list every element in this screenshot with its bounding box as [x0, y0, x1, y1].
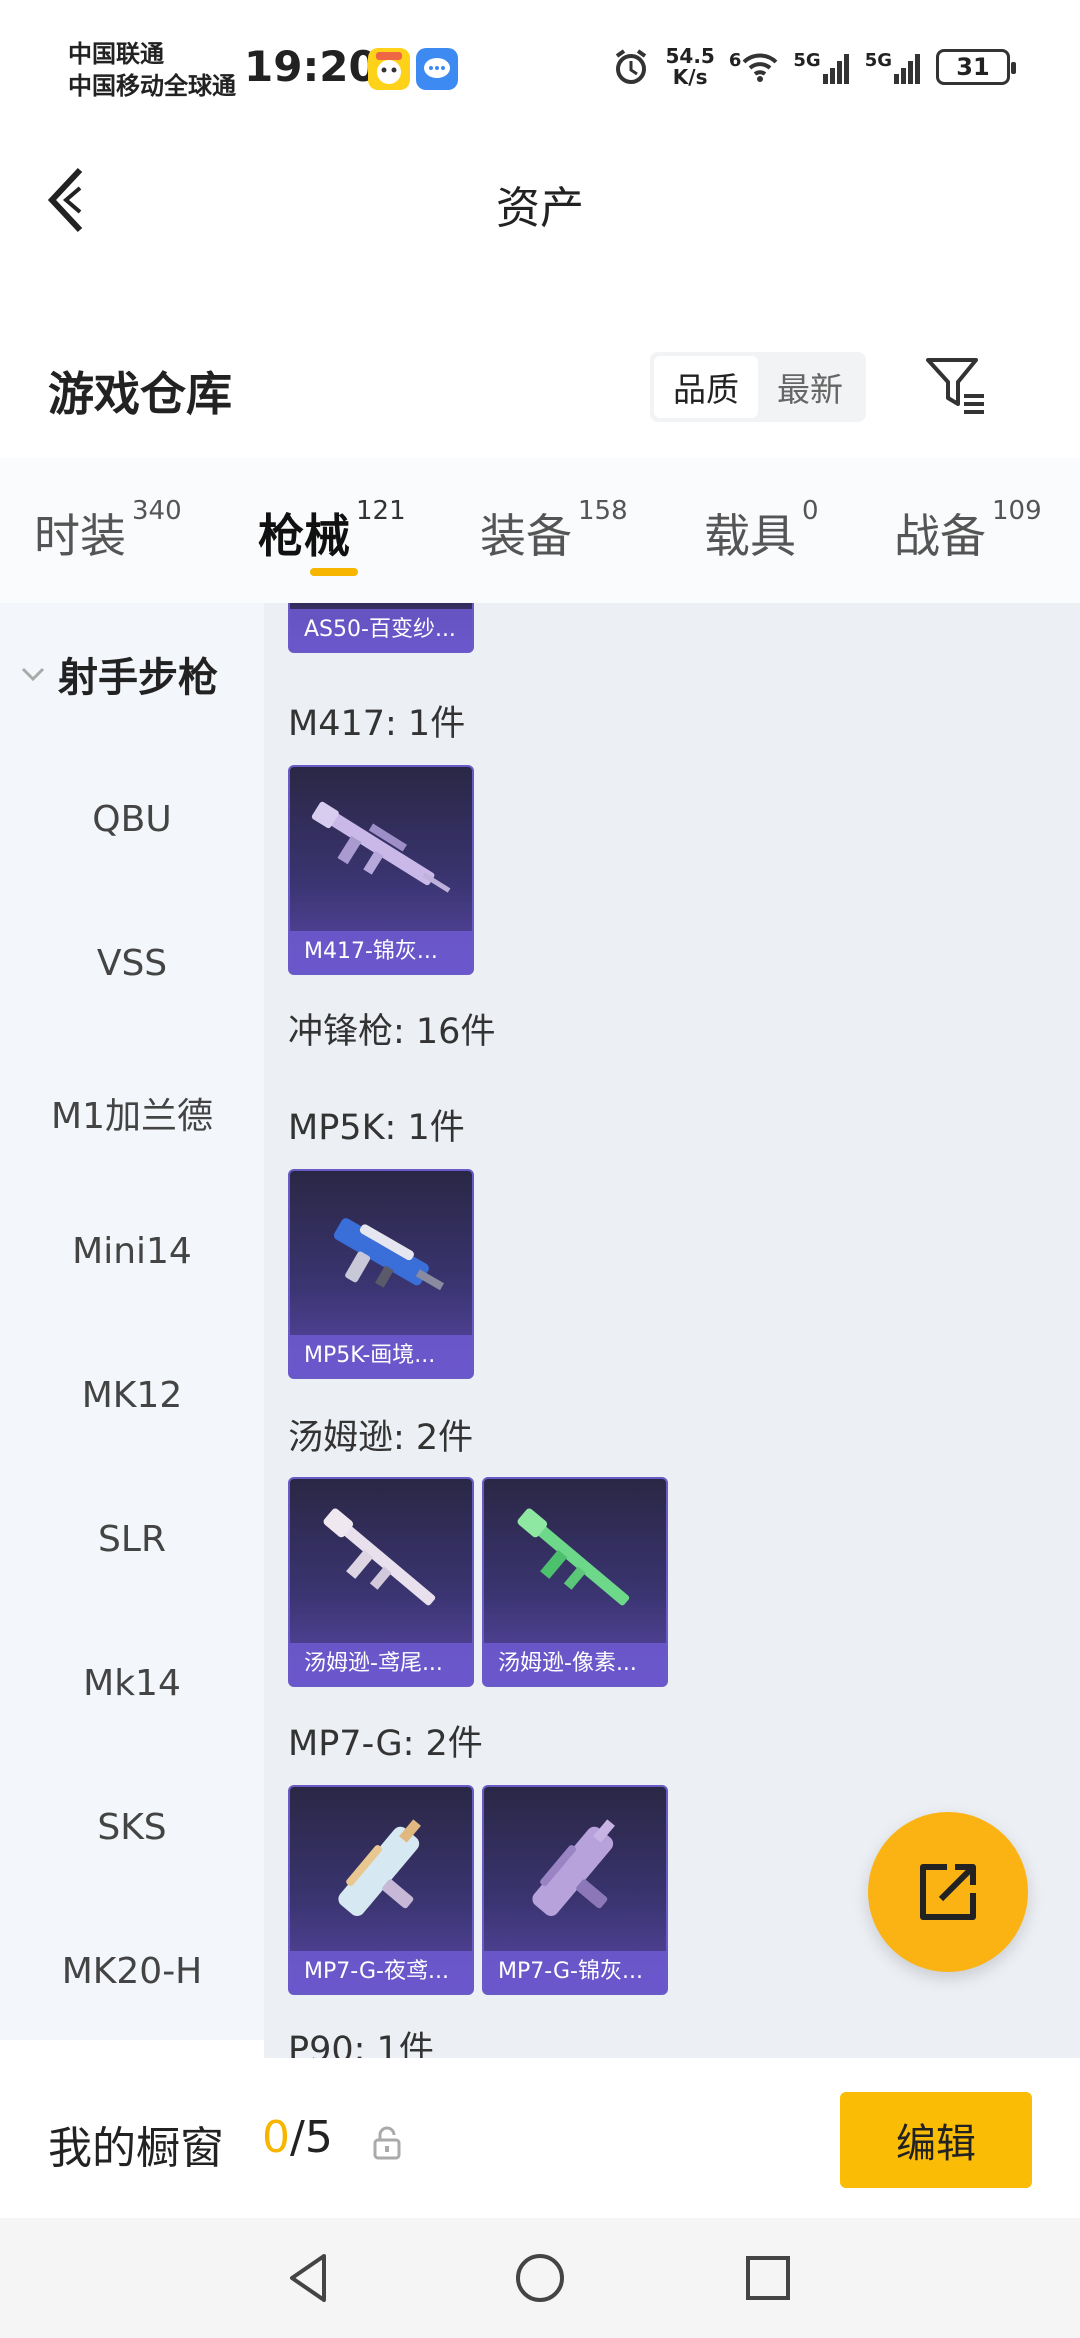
tommy-gun-icon: [323, 1508, 436, 1606]
sidebar-item-vss[interactable]: VSS: [0, 943, 264, 984]
tab-label: 时装: [34, 509, 126, 563]
edit-button[interactable]: 编辑: [840, 2092, 1032, 2188]
nav-header: 资产: [0, 130, 1080, 280]
nav-back-icon[interactable]: [280, 2248, 340, 2308]
showcase-total: /5: [290, 2112, 333, 2163]
status-bar: 中国联通 中国移动全球通 19:20 54.5 K/s 6 5G 5G 31: [0, 0, 1080, 130]
sidebar-item-mk12[interactable]: MK12: [0, 1375, 264, 1416]
item-name: MP7-G-锦灰...: [484, 1951, 666, 1993]
carrier-1: 中国联通: [68, 40, 164, 68]
nav-home-icon[interactable]: [510, 2248, 570, 2308]
wifi-sub-label: 6: [728, 50, 742, 71]
showcase-count: 0/5: [262, 2112, 333, 2163]
tommy-gun-icon: [517, 1508, 630, 1606]
system-navigation-bar: [0, 2218, 1080, 2338]
active-tab-indicator: [310, 568, 358, 576]
signal-1-icon: 5G: [793, 50, 850, 84]
item-card[interactable]: 汤姆逊-像素...: [482, 1477, 668, 1687]
showcase-label: 我的橱窗: [48, 2123, 224, 2174]
tab-count: 121: [356, 496, 406, 526]
item-name: 汤姆逊-像素...: [484, 1643, 666, 1685]
item-card[interactable]: MP5K-画境...: [288, 1169, 474, 1379]
filter-icon: [926, 358, 984, 414]
tab-vehicles[interactable]: 载具 0: [704, 496, 819, 566]
tab-equipment[interactable]: 装备 158: [480, 496, 628, 566]
smg-icon: [333, 1218, 445, 1291]
group-label: 冲锋枪: 16件: [288, 1012, 496, 1052]
tab-label: 装备: [480, 509, 572, 563]
message-app-icon: [416, 48, 458, 90]
alarm-icon: [616, 49, 647, 84]
battery-icon: 31: [936, 49, 1016, 85]
subcategory-sidebar: 射手步枪 QBU VSS M1加兰德 Mini14 MK12 SLR Mk14 …: [0, 603, 264, 2040]
share-icon: [920, 1864, 976, 1920]
tab-fashion[interactable]: 时装 340: [34, 496, 182, 566]
sidebar-item-sks[interactable]: SKS: [0, 1807, 264, 1848]
tab-label: 枪械: [258, 509, 350, 563]
network-speed: 54.5 K/s: [665, 46, 714, 88]
status-time: 19:20: [244, 42, 378, 91]
warehouse-header: 游戏仓库 品质 最新: [0, 300, 1080, 450]
tab-count: 0: [802, 496, 819, 526]
category-tabs: 时装 340 枪械 121 装备 158 载具 0 战备 109: [0, 458, 1080, 603]
group-label: 汤姆逊: 2件: [288, 1418, 474, 1458]
group-label: MP7-G: 2件: [288, 1724, 483, 1764]
sidebar-item-mini14[interactable]: Mini14: [0, 1231, 264, 1272]
tab-count: 340: [132, 496, 182, 526]
sidebar-item-mk20h[interactable]: MK20-H: [0, 1951, 264, 1992]
rifle-icon: [311, 801, 451, 893]
share-button[interactable]: [868, 1812, 1028, 1972]
battery-level: 31: [956, 53, 990, 81]
tab-label: 载具: [704, 509, 796, 563]
sidebar-group-label: 射手步枪: [58, 655, 218, 701]
group-label: MP5K: 1件: [288, 1108, 465, 1148]
item-card[interactable]: M417-锦灰...: [288, 765, 474, 975]
item-name: M417-锦灰...: [290, 931, 472, 973]
network-type-2: 5G: [864, 50, 892, 71]
smg-icon: [532, 1819, 615, 1917]
item-card[interactable]: MP7-G-锦灰...: [482, 1785, 668, 1995]
network-type-1: 5G: [793, 50, 821, 71]
wifi-icon: 6: [729, 50, 780, 84]
showcase-bar: 我的橱窗 0/5 编辑: [0, 2058, 1080, 2218]
item-name: MP7-G-夜鸢...: [290, 1951, 472, 1993]
tab-guns[interactable]: 枪械 121: [258, 496, 406, 566]
item-name: AS50-百变纱...: [290, 609, 472, 651]
item-card[interactable]: 汤姆逊-鸢尾...: [288, 1477, 474, 1687]
group-label: M417: 1件: [288, 704, 466, 744]
sidebar-item-slr[interactable]: SLR: [0, 1519, 264, 1560]
item-card[interactable]: AS50-百变纱...: [288, 603, 474, 653]
sort-latest-option[interactable]: 最新: [758, 356, 862, 418]
item-card[interactable]: MP7-G-夜鸢...: [288, 1785, 474, 1995]
speed-value: 54.5: [665, 44, 715, 68]
status-icons: 54.5 K/s 6 5G 5G 31: [611, 46, 1016, 88]
smg-icon: [338, 1819, 421, 1917]
filter-button[interactable]: [922, 352, 988, 418]
page-title: 资产: [496, 183, 584, 234]
warehouse-title: 游戏仓库: [48, 367, 232, 421]
item-name: 汤姆逊-鸢尾...: [290, 1643, 472, 1685]
sidebar-item-m1-garand[interactable]: M1加兰德: [0, 1087, 264, 1139]
sidebar-item-qbu[interactable]: QBU: [0, 799, 264, 840]
carrier-2: 中国移动全球通: [68, 72, 236, 100]
carrier-info: 中国联通 中国移动全球通: [68, 38, 236, 102]
nav-recents-icon[interactable]: [738, 2248, 798, 2308]
group-label: P90: 1件: [288, 2030, 434, 2058]
signal-2-icon: 5G: [865, 50, 922, 84]
tab-count: 109: [992, 496, 1042, 526]
chevron-down-icon: [21, 667, 45, 682]
tab-combat-gear[interactable]: 战备 109: [894, 496, 1042, 566]
item-name: MP5K-画境...: [290, 1335, 472, 1377]
speed-unit: K/s: [672, 65, 708, 89]
lock-icon: [373, 2126, 401, 2160]
sort-quality-option[interactable]: 品质: [654, 356, 758, 418]
sidebar-group-header[interactable]: 射手步枪: [20, 645, 218, 703]
tab-count: 158: [578, 496, 628, 526]
app-notification-icon: [368, 48, 410, 90]
sort-toggle: 品质 最新: [650, 352, 866, 422]
tab-label: 战备: [894, 509, 986, 563]
sidebar-item-mk14[interactable]: Mk14: [0, 1663, 264, 1704]
showcase-current: 0: [262, 2112, 290, 2163]
